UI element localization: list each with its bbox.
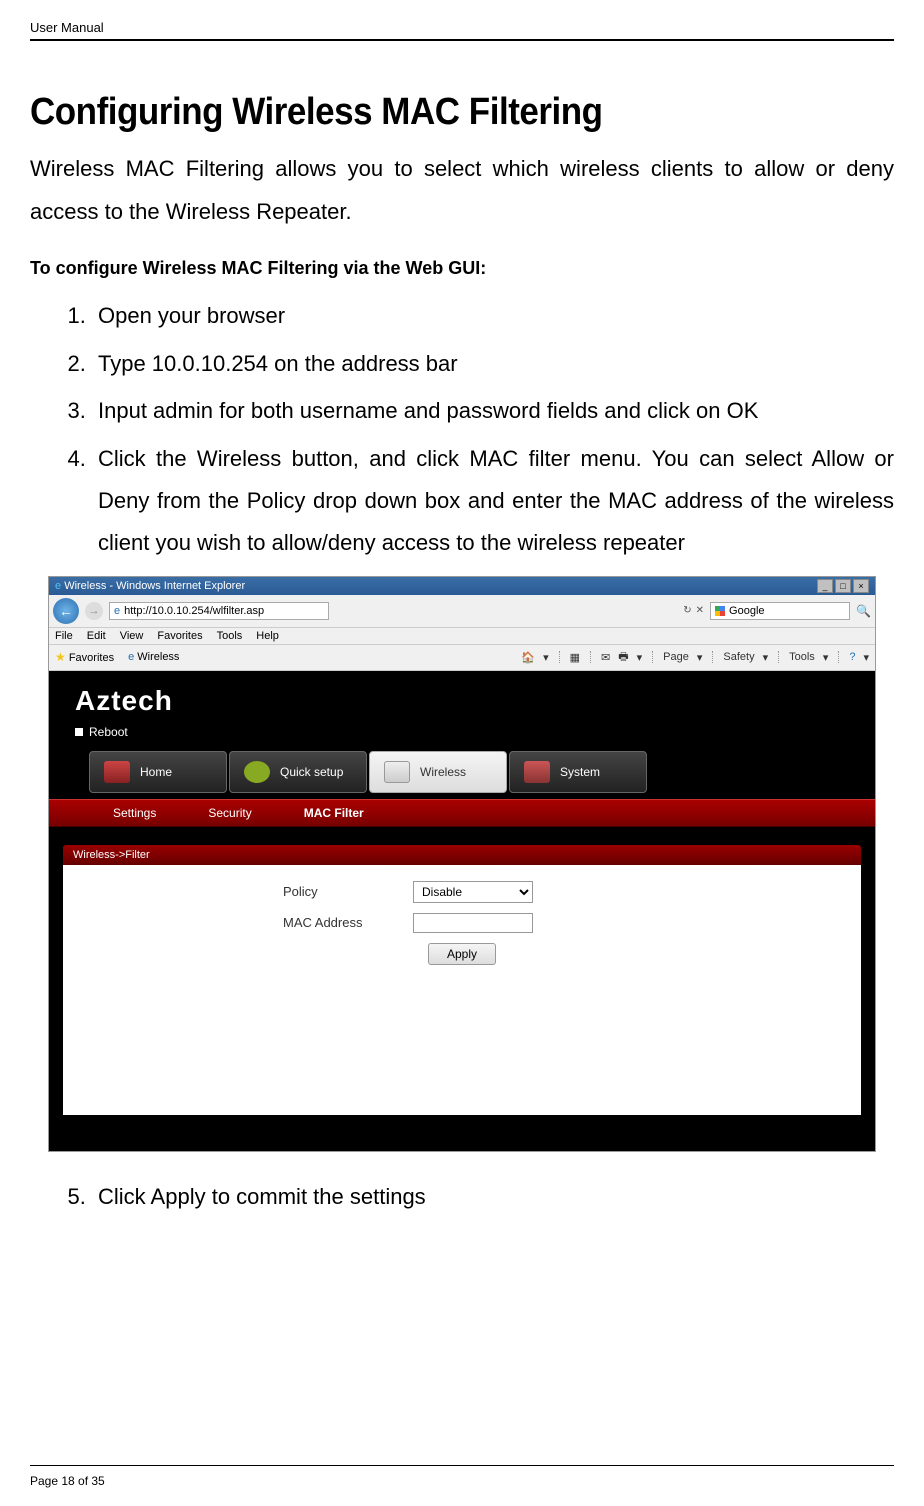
sub-heading: To configure Wireless MAC Filtering via …	[30, 258, 894, 279]
refresh-icon[interactable]: ↻	[683, 605, 691, 616]
ie-titlebar: e Wireless - Windows Internet Explorer _…	[49, 577, 875, 595]
tab-wireless[interactable]: Wireless	[137, 651, 179, 663]
apply-button[interactable]: Apply	[428, 943, 496, 965]
reboot-icon	[75, 728, 83, 736]
search-box[interactable]: Google	[710, 602, 850, 620]
mail-icon[interactable]: ✉	[601, 651, 610, 664]
main-nav: Home Quick setup Wireless System	[49, 751, 875, 799]
toolbar-right: 🏠 ▾ ▦ ✉ 🖶 ▾ Page ▾ Safety ▾ Tools ▾ ? ▾	[521, 648, 869, 667]
menu-tools-right[interactable]: Tools	[789, 651, 815, 663]
window-title: Wireless - Windows Internet Explorer	[64, 580, 245, 592]
router-page: Aztech Reboot Home Quick setup Wireless …	[49, 671, 875, 1151]
tab-strip: Settings Security MAC Filter	[49, 799, 875, 827]
panel-body: Policy Disable MAC Address Apply	[63, 865, 861, 1115]
menu-page[interactable]: Page	[663, 651, 689, 663]
close-button[interactable]: ×	[853, 579, 869, 593]
forward-button[interactable]: →	[85, 602, 103, 620]
minimize-button[interactable]: _	[817, 579, 833, 593]
policy-row: Policy Disable	[83, 881, 841, 903]
system-nav-icon	[524, 761, 550, 783]
home-nav-icon	[104, 761, 130, 783]
menu-view[interactable]: View	[120, 630, 144, 642]
footer-rule	[30, 1465, 894, 1466]
home-icon[interactable]: 🏠	[521, 651, 535, 664]
intro-paragraph: Wireless MAC Filtering allows you to sel…	[30, 148, 894, 234]
favorites-star-icon: ★	[55, 650, 66, 664]
page-icon: e	[114, 605, 120, 617]
step-3: Input admin for both username and passwo…	[92, 390, 894, 432]
steps-list: Open your browser Type 10.0.10.254 on th…	[30, 295, 894, 564]
screenshot-container: e Wireless - Windows Internet Explorer _…	[48, 576, 876, 1152]
mac-row: MAC Address	[83, 913, 841, 933]
menu-file[interactable]: File	[55, 630, 73, 642]
tab-settings[interactable]: Settings	[87, 800, 182, 826]
wireless-nav-icon	[384, 761, 410, 783]
favorites-label[interactable]: Favorites	[69, 652, 114, 664]
policy-select[interactable]: Disable	[413, 881, 533, 903]
mac-label: MAC Address	[283, 915, 383, 930]
help-icon[interactable]: ?	[849, 651, 855, 663]
step-4: Click the Wireless button, and click MAC…	[92, 438, 894, 563]
google-icon	[715, 606, 725, 616]
window-buttons: _ □ ×	[817, 579, 869, 593]
nav-quick-setup[interactable]: Quick setup	[229, 751, 367, 793]
menu-favorites[interactable]: Favorites	[157, 630, 202, 642]
panel-header: Wireless->Filter	[63, 845, 861, 865]
back-button[interactable]: ←	[53, 598, 79, 624]
search-go-icon[interactable]: 🔍	[856, 604, 871, 618]
ie-favbar: ★ Favorites e Wireless 🏠 ▾ ▦ ✉ 🖶 ▾ Page …	[49, 645, 875, 671]
address-text: http://10.0.10.254/wlfilter.asp	[124, 605, 264, 617]
policy-label: Policy	[283, 884, 383, 899]
menu-tools[interactable]: Tools	[217, 630, 243, 642]
stop-icon[interactable]: ✕	[696, 605, 704, 616]
feeds-icon[interactable]: ▦	[570, 651, 580, 664]
quick-nav-icon	[244, 761, 270, 783]
maximize-button[interactable]: □	[835, 579, 851, 593]
search-hint: Google	[729, 605, 764, 617]
page-title: Configuring Wireless MAC Filtering	[30, 91, 825, 134]
step-5: Click Apply to commit the settings	[92, 1176, 894, 1218]
tab-icon: e	[128, 651, 134, 663]
brand-logo: Aztech	[49, 671, 875, 723]
menu-help[interactable]: Help	[256, 630, 279, 642]
tab-mac-filter[interactable]: MAC Filter	[278, 800, 390, 826]
step-2: Type 10.0.10.254 on the address bar	[92, 343, 894, 385]
menu-safety[interactable]: Safety	[723, 651, 754, 663]
tab-security[interactable]: Security	[182, 800, 277, 826]
reboot-link[interactable]: Reboot	[49, 723, 875, 751]
ie-icon: e	[55, 580, 64, 592]
steps-list-continued: Click Apply to commit the settings	[30, 1176, 894, 1218]
header-label: User Manual	[30, 20, 894, 35]
step-1: Open your browser	[92, 295, 894, 337]
ie-menubar: File Edit View Favorites Tools Help	[49, 628, 875, 645]
nav-system[interactable]: System	[509, 751, 647, 793]
address-bar[interactable]: e http://10.0.10.254/wlfilter.asp	[109, 602, 329, 620]
ie-navbar: ← → e http://10.0.10.254/wlfilter.asp ↻ …	[49, 595, 875, 628]
nav-home[interactable]: Home	[89, 751, 227, 793]
nav-wireless[interactable]: Wireless	[369, 751, 507, 793]
page-number: Page 18 of 35	[30, 1474, 105, 1488]
header-rule	[30, 39, 894, 41]
print-icon[interactable]: 🖶	[618, 648, 628, 667]
mac-input[interactable]	[413, 913, 533, 933]
menu-edit[interactable]: Edit	[87, 630, 106, 642]
